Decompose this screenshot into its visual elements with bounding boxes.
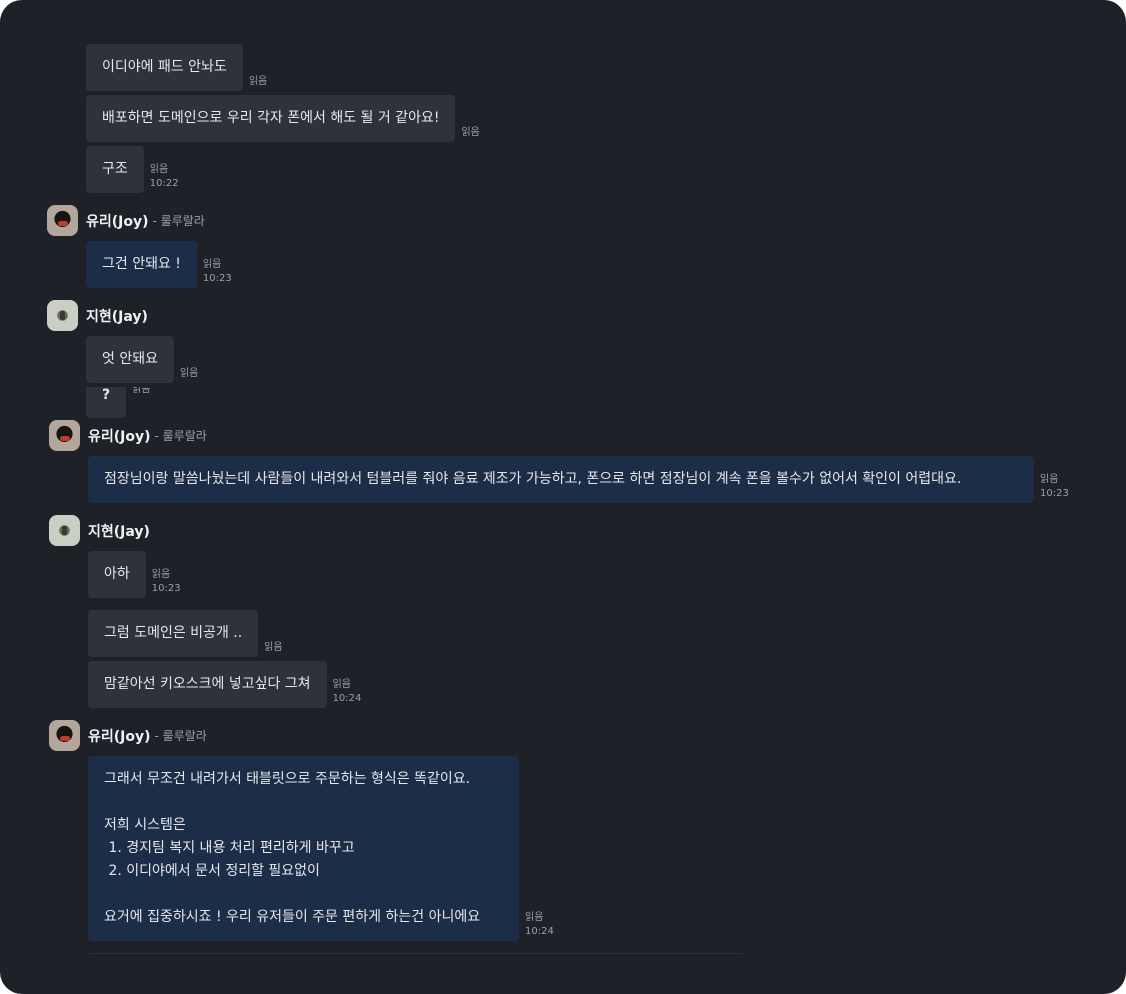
message-time: 10:22 (149, 178, 179, 189)
read-receipt: 읽음 (132, 387, 151, 395)
sender-header: 유리(Joy) - 룰루랄라 (49, 420, 207, 451)
message-bubble[interactable]: 구조 (86, 146, 144, 193)
message-time: 10:23 (151, 583, 181, 594)
sender-status: - 룰루랄라 (154, 729, 207, 743)
message: ? 읽음 (86, 387, 151, 418)
sender-status: - 룰루랄라 (154, 429, 207, 443)
message-bubble[interactable]: 그럼 도메인은 비공개 .. (88, 610, 259, 657)
message-meta: 읽음 (132, 387, 150, 399)
message-bubble[interactable]: 아하 (88, 551, 146, 598)
avatar[interactable] (49, 515, 80, 546)
sender-header: 지현(Jay) (47, 300, 148, 331)
message-bubble[interactable]: 그래서 무조건 내려가서 태블릿으로 주문하는 형식은 똑같이요. 저희 시스템… (88, 756, 519, 941)
sender-name[interactable]: 유리(Joy) (88, 426, 151, 446)
divider (90, 953, 742, 954)
message-time: 10:24 (332, 693, 362, 704)
message-meta: 읽음 (461, 126, 479, 142)
message-time: 10:23 (202, 273, 232, 284)
read-receipt: 읽음 (461, 127, 480, 138)
profile-photo-icon (60, 736, 70, 741)
message: 그럼 도메인은 비공개 .. 읽음 (88, 610, 283, 657)
profile-photo-icon (60, 436, 70, 441)
message-bubble[interactable]: 맘같아선 키오스크에 넣고싶다 그쳐 (88, 661, 327, 708)
message-bubble[interactable]: 배포하면 도메인으로 우리 각자 폰에서 해도 될 거 같아요! (86, 95, 456, 142)
sender-name[interactable]: 지현(Jay) (88, 521, 150, 541)
sender-status: - 룰루랄라 (152, 214, 205, 228)
profile-photo-icon (58, 221, 68, 226)
read-receipt: 읽음 (179, 368, 199, 379)
message-meta: 읽음 (180, 367, 198, 383)
message: 그건 안돼요 ! 읽음 10:23 (86, 241, 232, 288)
message: 맘같아선 키오스크에 넣고싶다 그쳐 읽음 10:24 (88, 661, 361, 708)
message: 배포하면 도메인으로 우리 각자 폰에서 해도 될 거 같아요! 읽음 (86, 95, 480, 142)
read-receipt: 읽음 (248, 76, 268, 87)
sender-name[interactable]: 유리(Joy) (86, 211, 149, 231)
sender-header: 지현(Jay) (49, 515, 150, 546)
avatar[interactable] (49, 420, 80, 451)
read-receipt: 읽음 (332, 679, 351, 690)
message-time: 10:24 (525, 926, 554, 937)
message-meta: 읽음 10:22 (150, 163, 179, 193)
message-meta: 읽음 10:24 (333, 678, 362, 708)
read-receipt: 읽음 (202, 259, 222, 270)
sender-name[interactable]: 유리(Joy) (88, 726, 151, 746)
message: 아하 읽음 10:23 (88, 551, 181, 598)
profile-photo-icon (62, 526, 67, 535)
avatar[interactable] (47, 205, 78, 236)
message: 구조 읽음 10:22 (86, 146, 179, 193)
message-meta: 읽음 (264, 641, 282, 657)
sender-header: 유리(Joy) - 룰루랄라 (49, 720, 207, 751)
message: 그래서 무조건 내려가서 태블릿으로 주문하는 형식은 똑같이요. 저희 시스템… (88, 756, 554, 941)
message-time: 10:23 (1040, 488, 1069, 499)
avatar[interactable] (49, 720, 80, 751)
message: 이디야에 패드 안놔도 읽음 (86, 44, 267, 91)
message-bubble[interactable]: 이디야에 패드 안놔도 (86, 44, 243, 91)
message-bubble[interactable]: 그건 안돼요 ! (86, 241, 197, 288)
message-bubble[interactable]: 엇 안돼요 (86, 336, 174, 383)
sender-header: 유리(Joy) - 룰루랄라 (47, 205, 205, 236)
message-meta: 읽음 10:23 (203, 258, 232, 288)
sender-name[interactable]: 지현(Jay) (86, 306, 148, 326)
read-receipt: 읽음 (525, 912, 544, 923)
read-receipt: 읽음 (264, 642, 283, 653)
chat-window: 이디야에 패드 안놔도 읽음 배포하면 도메인으로 우리 각자 폰에서 해도 될… (0, 0, 1126, 994)
read-receipt: 읽음 (1040, 474, 1059, 485)
avatar[interactable] (47, 300, 78, 331)
message-bubble[interactable]: 점장님이랑 말씀나눴는데 사람들이 내려와서 텀블러를 줘야 음료 제조가 가능… (88, 456, 1034, 503)
message-meta: 읽음 10:23 (152, 568, 181, 598)
read-receipt: 읽음 (151, 569, 171, 580)
read-receipt: 읽음 (149, 164, 169, 175)
message-bubble[interactable]: ? (86, 387, 127, 418)
profile-photo-icon (60, 311, 65, 320)
message-meta: 읽음 10:23 (1040, 473, 1069, 503)
message-meta: 읽음 (249, 75, 267, 91)
message-meta: 읽음 10:24 (525, 911, 554, 941)
message: 엇 안돼요 읽음 (86, 336, 198, 383)
message: 점장님이랑 말씀나눴는데 사람들이 내려와서 텀블러를 줘야 음료 제조가 가능… (88, 456, 1069, 503)
